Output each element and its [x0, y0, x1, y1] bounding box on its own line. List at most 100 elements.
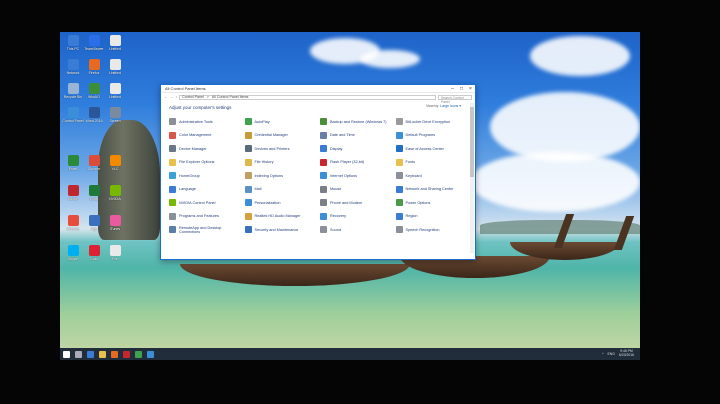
desktop-icon[interactable]: VLC — [104, 155, 126, 171]
desktop-icon[interactable]: This PC — [62, 35, 84, 51]
control-panel-item[interactable]: Administrative Tools — [169, 115, 241, 129]
taskbar-app-icon[interactable] — [75, 350, 82, 358]
start-icon[interactable] — [63, 350, 70, 358]
desktop-icon[interactable]: Untitled — [104, 83, 126, 99]
language-indicator[interactable]: ENG — [608, 352, 615, 356]
control-panel-item[interactable]: HomeGroup — [169, 169, 241, 183]
control-panel-item[interactable]: Credential Manager — [244, 129, 317, 143]
control-panel-item[interactable]: Programs and Features — [169, 210, 241, 224]
app-icon — [88, 245, 100, 256]
app-icon — [109, 215, 121, 226]
control-panel-item[interactable]: Speech Recognition — [395, 223, 468, 237]
control-panel-item[interactable]: Color Management — [169, 129, 241, 143]
desktop-icon[interactable]: App — [83, 215, 105, 231]
control-panel-item[interactable]: Internet Options — [320, 169, 392, 183]
control-panel-item[interactable]: Realtek HD Audio Manager — [244, 210, 317, 224]
control-panel-item[interactable]: Fonts — [395, 156, 468, 170]
taskbar-app-icon[interactable] — [99, 350, 106, 358]
desktop-icon[interactable]: Untitled — [104, 59, 126, 75]
desktop-icon-label: Adobe — [67, 197, 79, 201]
minimize-button[interactable]: – — [448, 85, 457, 93]
control-panel-item[interactable]: Region — [395, 210, 468, 224]
maximize-button[interactable]: □ — [457, 85, 466, 93]
control-panel-item[interactable]: Recovery — [320, 210, 392, 224]
control-panel-item[interactable]: AutoPlay — [244, 115, 317, 129]
breadcrumb-control-panel[interactable]: Control Panel — [182, 95, 204, 99]
control-panel-item[interactable]: Backup and Restore (Windows 7) — [320, 115, 392, 129]
control-panel-item[interactable]: NVIDIA Control Panel — [169, 196, 241, 210]
desktop-icon-label: File — [112, 257, 118, 261]
view-by-dropdown[interactable]: Large icons ▾ — [440, 104, 461, 108]
control-panel-item[interactable]: Security and Maintenance — [244, 223, 317, 237]
notification-icon[interactable]: ^ — [602, 352, 604, 356]
search-input[interactable]: Search Control Panel — [438, 94, 472, 104]
control-panel-item[interactable]: Default Programs — [395, 129, 468, 143]
item-label: Ease of Access Center — [405, 146, 444, 151]
up-arrow-icon[interactable]: ↑ — [175, 95, 177, 99]
control-panel-item[interactable]: Personalization — [244, 196, 317, 210]
taskbar-app-icon[interactable] — [111, 350, 118, 358]
desktop-icon[interactable]: WinAIO — [83, 83, 105, 99]
control-panel-window[interactable]: All Control Panel Items – □ × ← → ↑ Cont… — [160, 84, 476, 260]
control-panel-item[interactable]: Device Manager — [169, 142, 241, 156]
breadcrumb-all-items[interactable]: All Control Panel Items — [212, 95, 249, 99]
system-tray: ^ ENG 9:46 PM 6/23/2016 — [602, 349, 640, 358]
window-titlebar[interactable]: All Control Panel Items – □ × — [161, 85, 475, 93]
address-field[interactable]: Control Panel > All Control Panel Items — [178, 94, 436, 100]
control-panel-item[interactable]: RemoteApp and Desktop Connections — [169, 223, 241, 237]
control-panel-item[interactable]: BitLocker Drive Encryption — [395, 115, 468, 129]
desktop-icon[interactable]: File — [104, 245, 126, 261]
desktop-icon-label: Tools — [89, 257, 99, 261]
control-panel-item[interactable]: Display — [320, 142, 392, 156]
desktop-icon[interactable]: Word 2016 — [83, 107, 105, 123]
control-panel-item[interactable]: Power Options — [395, 196, 468, 210]
desktop-icon[interactable]: Screen — [104, 107, 126, 123]
control-panel-item[interactable]: Keyboard — [395, 169, 468, 183]
desktop-icon[interactable]: Chrome — [83, 155, 105, 171]
desktop-icon[interactable]: Chrome — [62, 215, 84, 231]
control-panel-item[interactable]: Network and Sharing Center — [395, 183, 468, 197]
desktop-icon[interactable]: Recycle Bin — [62, 83, 84, 99]
desktop-icon[interactable]: TeamViewer — [83, 35, 105, 51]
desktop-icon[interactable]: Control Panel — [62, 107, 84, 123]
desktop-icon-label: Excel — [68, 167, 78, 171]
clock[interactable]: 9:46 PM 6/23/2016 — [619, 349, 634, 358]
item-label: RemoteApp and Desktop Connections — [179, 225, 222, 234]
view-by-control[interactable]: View by: Large icons ▾ — [426, 104, 461, 108]
desktop-icon[interactable]: Excel — [83, 185, 105, 201]
forward-arrow-icon[interactable]: → — [170, 95, 174, 99]
control-panel-item[interactable]: Devices and Printers — [244, 142, 317, 156]
control-panel-item[interactable]: Indexing Options — [244, 169, 317, 183]
desktop-icon[interactable]: iTunes — [104, 215, 126, 231]
back-arrow-icon[interactable]: ← — [164, 95, 168, 99]
desktop-icon[interactable]: Untitled — [104, 35, 126, 51]
control-panel-item[interactable]: Date and Time — [320, 129, 392, 143]
control-panel-item[interactable]: Mail — [244, 183, 317, 197]
item-label: Personalization — [254, 200, 281, 205]
desktop-icon[interactable]: Firefox — [83, 59, 105, 75]
desktop-icon-label: This PC — [66, 47, 80, 51]
item-icon — [395, 172, 403, 180]
control-panel-item[interactable]: File Explorer Options — [169, 156, 241, 170]
taskbar-app-icon[interactable] — [147, 350, 154, 358]
desktop-icon[interactable]: Network — [62, 59, 84, 75]
desktop-icon[interactable]: Tools — [83, 245, 105, 261]
control-panel-item[interactable]: Language — [169, 183, 241, 197]
control-panel-item[interactable]: Flash Player (32-bit) — [320, 156, 392, 170]
control-panel-item[interactable]: Phone and Modem — [320, 196, 392, 210]
control-panel-item[interactable]: Sound — [320, 223, 392, 237]
taskbar-app-icon[interactable] — [87, 350, 94, 358]
desktop-icon[interactable]: Adobe — [62, 185, 84, 201]
window-scrollbar[interactable] — [470, 103, 474, 253]
breadcrumb-separator: > — [206, 95, 209, 99]
desktop-icon[interactable]: Skype — [62, 245, 84, 261]
scrollbar-thumb[interactable] — [470, 107, 474, 177]
control-panel-item[interactable]: Mouse — [320, 183, 392, 197]
control-panel-item[interactable]: File History — [244, 156, 317, 170]
close-button[interactable]: × — [466, 85, 475, 93]
desktop-icon[interactable]: NVIDIA — [104, 185, 126, 201]
taskbar-app-icon[interactable] — [123, 350, 130, 358]
desktop-icon[interactable]: Excel — [62, 155, 84, 171]
control-panel-item[interactable]: Ease of Access Center — [395, 142, 468, 156]
taskbar-app-icon[interactable] — [135, 350, 142, 358]
